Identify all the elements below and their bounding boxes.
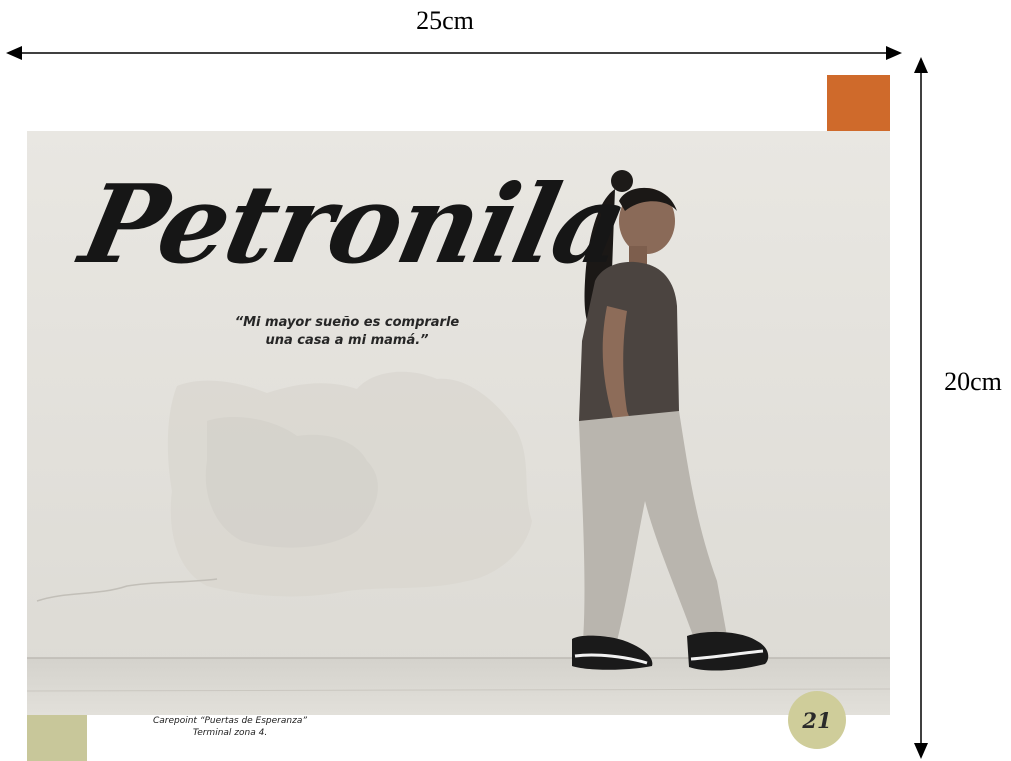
height-dimension-label: 20cm	[944, 367, 1002, 396]
height-arrow	[914, 57, 928, 759]
page-number-badge: 21	[788, 691, 846, 749]
width-arrow	[6, 46, 902, 60]
olive-accent-square	[27, 714, 87, 761]
quote-line: una casa a mi mamá.”	[265, 333, 429, 348]
main-photo: Petronila “Mi mayor sueño es comprarle u…	[27, 131, 890, 715]
caption-line: Terminal zona 4.	[192, 728, 268, 738]
width-dimension-label: 25cm	[416, 6, 474, 35]
sidewalk	[27, 657, 890, 715]
photo-caption: Carepoint “Puertas de Esperanza” Termina…	[140, 715, 320, 739]
subject-quote: “Mi mayor sueño es comprarle una casa a …	[197, 314, 497, 350]
orange-accent-square	[827, 75, 890, 131]
caption-line: Carepoint “Puertas de Esperanza”	[152, 716, 308, 726]
subject-name-title: Petronila	[71, 162, 637, 288]
quote-line: “Mi mayor sueño es comprarle	[234, 315, 460, 330]
